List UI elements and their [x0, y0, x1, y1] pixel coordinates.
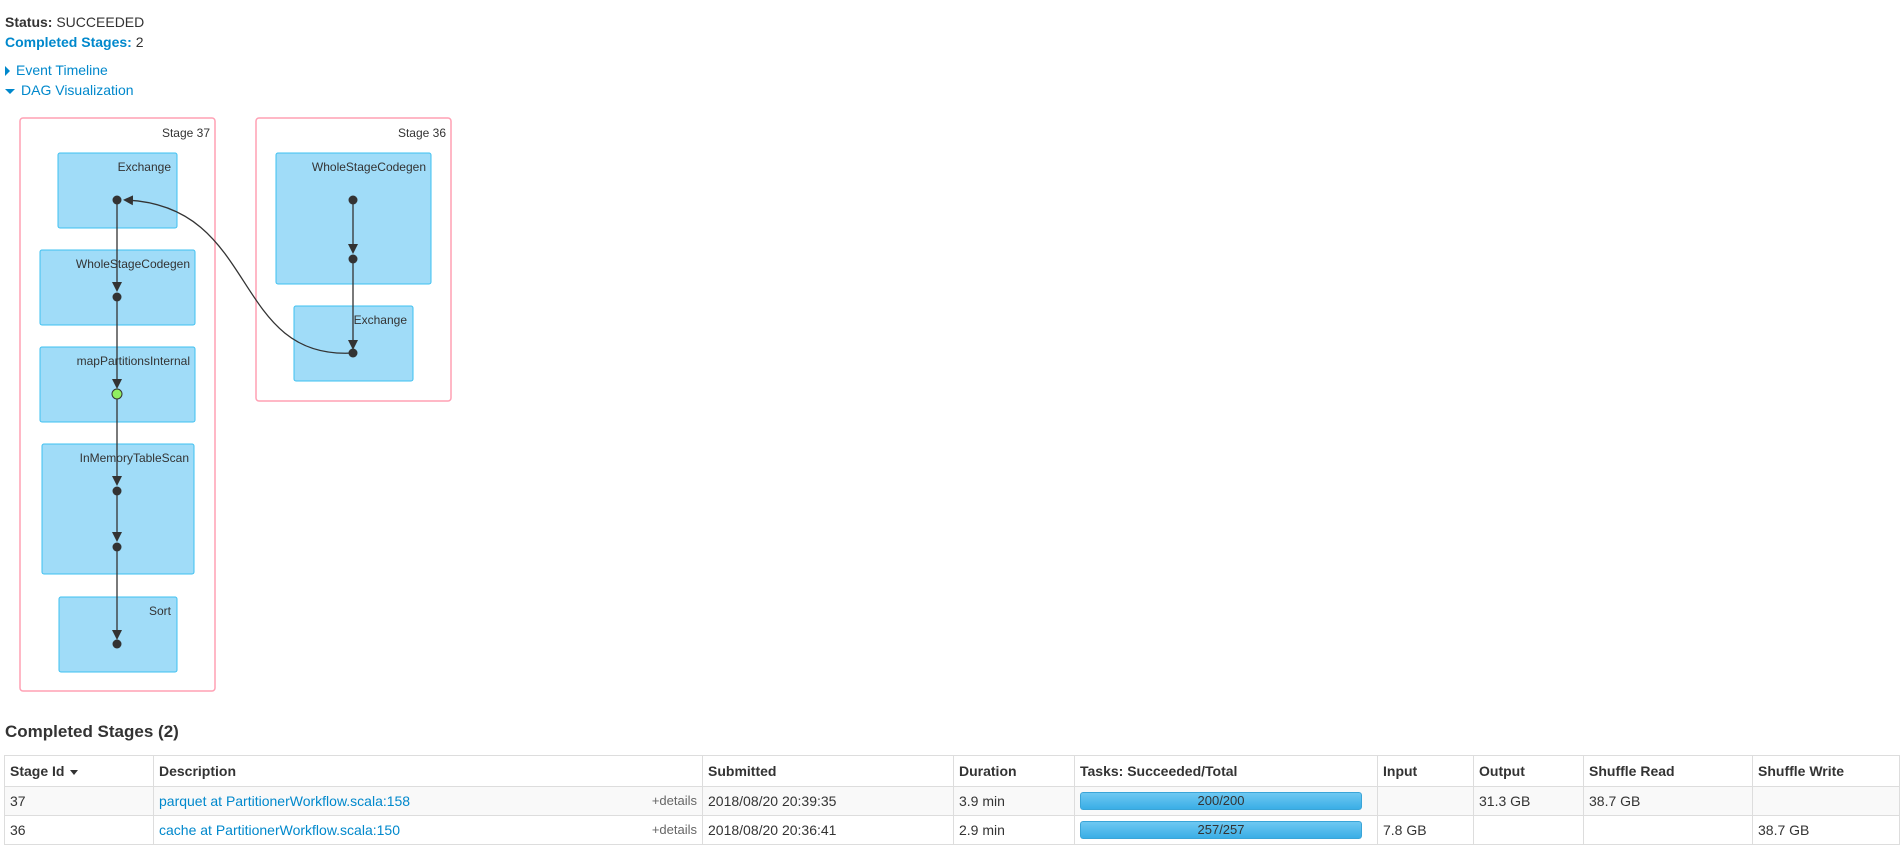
col-submitted[interactable]: Submitted — [702, 755, 954, 787]
col-stage-id-label: Stage Id — [10, 763, 65, 779]
col-description-label: Description — [159, 763, 237, 779]
cluster-exchange-36-label: Exchange — [354, 313, 408, 327]
cell-submitted: 2018/08/20 20:39:35 — [702, 786, 954, 816]
col-description[interactable]: Description — [153, 755, 703, 787]
dag-node[interactable] — [348, 348, 358, 358]
cell-submitted: 2018/08/20 20:36:41 — [702, 815, 954, 845]
stage-36-title[interactable]: Stage 36 — [398, 126, 446, 140]
cell-shuffle-write: 38.7 GB — [1752, 815, 1900, 845]
dag-node[interactable] — [112, 486, 122, 496]
stage-37-title[interactable]: Stage 37 — [162, 126, 210, 140]
cell-duration: 2.9 min — [953, 815, 1075, 845]
dag-node[interactable] — [112, 292, 122, 302]
dag-node-cached[interactable] — [111, 388, 123, 400]
cell-stage-id: 37 — [4, 786, 154, 816]
col-output[interactable]: Output — [1473, 755, 1584, 787]
cluster-sort-label: Sort — [149, 604, 172, 618]
cell-shuffle-write — [1752, 786, 1900, 816]
cluster-wholestagecodegen-label: WholeStageCodegen — [76, 257, 190, 271]
cluster-inmemorytablescan[interactable]: InMemoryTableScan — [41, 443, 195, 575]
col-input-label: Input — [1383, 763, 1418, 779]
cell-output: 31.3 GB — [1473, 786, 1584, 816]
cell-input: 7.8 GB — [1377, 815, 1474, 845]
col-input[interactable]: Input — [1377, 755, 1474, 787]
col-shuffle-read-label: Shuffle Read — [1589, 763, 1675, 779]
sort-desc-icon — [70, 769, 79, 775]
col-duration[interactable]: Duration — [953, 755, 1075, 787]
col-tasks[interactable]: Tasks: Succeeded/Total — [1074, 755, 1378, 787]
table-row: 37 parquet at PartitionerWorkflow.scala:… — [4, 786, 1900, 816]
details-toggle[interactable]: +details — [652, 793, 697, 808]
completed-stages-table: Stage Id Description Submitted Duration … — [4, 755, 1900, 845]
cluster-exchange-label: Exchange — [118, 160, 172, 174]
col-shuffle-write[interactable]: Shuffle Write — [1752, 755, 1900, 787]
completed-stages-title[interactable]: Completed Stages (2) — [5, 722, 179, 742]
cell-shuffle-read: 38.7 GB — [1583, 786, 1753, 816]
stage-description-link[interactable]: cache at PartitionerWorkflow.scala:150 — [159, 822, 400, 838]
col-shuffle-write-label: Shuffle Write — [1758, 763, 1845, 779]
cluster-inmemorytablescan-label: InMemoryTableScan — [80, 451, 189, 465]
col-output-label: Output — [1479, 763, 1525, 779]
stage-description-link[interactable]: parquet at PartitionerWorkflow.scala:158 — [159, 793, 410, 809]
cell-shuffle-read — [1583, 815, 1753, 845]
cell-tasks: 257/257 — [1074, 815, 1378, 845]
cell-stage-id: 36 — [4, 815, 154, 845]
col-shuffle-read[interactable]: Shuffle Read — [1583, 755, 1753, 787]
tasks-progress-bar: 257/257 — [1080, 821, 1362, 839]
col-tasks-label: Tasks: Succeeded/Total — [1080, 763, 1238, 779]
cluster-wholestagecodegen-36-label: WholeStageCodegen — [312, 160, 426, 174]
col-duration-label: Duration — [959, 763, 1017, 779]
details-toggle[interactable]: +details — [652, 822, 697, 837]
cell-output — [1473, 815, 1584, 845]
progress-text: 257/257 — [1197, 822, 1245, 837]
dag-node[interactable] — [348, 254, 358, 264]
dag-node[interactable] — [112, 639, 122, 649]
col-stage-id[interactable]: Stage Id — [4, 755, 154, 787]
col-submitted-label: Submitted — [708, 763, 777, 779]
dag-node[interactable] — [112, 195, 122, 205]
table-header-row: Stage Id Description Submitted Duration … — [4, 755, 1900, 787]
dag-node[interactable] — [348, 195, 358, 205]
dag-visualization: Stage 37 Exchange WholeStageCodegen mapP… — [19, 117, 452, 692]
cluster-sort[interactable]: Sort — [58, 596, 178, 673]
tasks-progress-bar: 200/200 — [1080, 792, 1362, 810]
progress-text: 200/200 — [1197, 793, 1245, 808]
table-row: 36 cache at PartitionerWorkflow.scala:15… — [4, 815, 1900, 845]
cell-duration: 3.9 min — [953, 786, 1075, 816]
cell-input — [1377, 786, 1474, 816]
dag-node[interactable] — [112, 542, 122, 552]
cell-description: cache at PartitionerWorkflow.scala:150 +… — [153, 815, 703, 845]
cell-tasks: 200/200 — [1074, 786, 1378, 816]
cluster-mappartitionsinternal-label: mapPartitionsInternal — [77, 354, 190, 368]
cell-description: parquet at PartitionerWorkflow.scala:158… — [153, 786, 703, 816]
